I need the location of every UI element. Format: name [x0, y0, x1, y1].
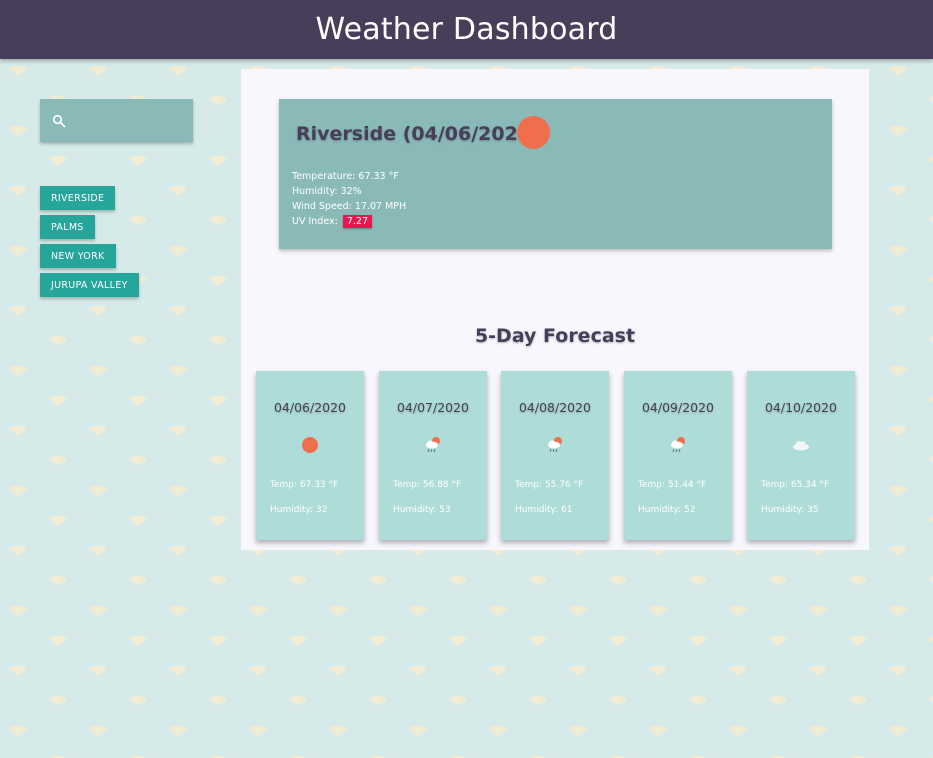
- search-icon: [52, 114, 66, 127]
- forecast-humidity: Humidity: 52: [638, 505, 696, 515]
- uv-label: UV Index:: [292, 216, 338, 227]
- city-button-riverside[interactable]: RIVERSIDE: [40, 186, 116, 210]
- current-uv-row: UV Index: 7.27: [292, 215, 373, 228]
- sun-cloud-rain-icon: [671, 437, 685, 453]
- sun-cloud-rain-icon: [426, 437, 440, 453]
- city-button-jurupa-valley[interactable]: JURUPA VALLEY: [40, 273, 139, 297]
- forecast-temp: Temp: 67.33 °F: [270, 480, 339, 490]
- city-button-palms[interactable]: PALMS: [40, 215, 95, 239]
- forecast-temp: Temp: 51.44 °F: [638, 480, 707, 490]
- sun-cloud-rain-icon: [548, 437, 562, 453]
- forecast-title: 5-Day Forecast: [474, 325, 636, 347]
- forecast-humidity: Humidity: 61: [515, 505, 573, 515]
- current-weather-card: Riverside (04/06/2020) Temperature: 67.3…: [279, 99, 832, 249]
- city-button-new-york[interactable]: NEW YORK: [40, 244, 116, 268]
- app-header: Weather Dashboard: [0, 0, 933, 59]
- forecast-date: 04/10/2020: [764, 400, 838, 415]
- page-title: Weather Dashboard: [315, 12, 618, 47]
- forecast-card: 04/06/2020 Temp: 67.33 °F Humidity: 32: [256, 371, 364, 540]
- forecast-card: 04/08/2020 Temp: 55.76 °F Humidity: 61: [501, 371, 609, 540]
- forecast-date: 04/07/2020: [396, 400, 470, 415]
- current-humidity: Humidity: 32%: [292, 186, 362, 197]
- sun-icon: [302, 437, 318, 453]
- search-input[interactable]: [70, 99, 190, 142]
- forecast-card: 04/09/2020 Temp: 51.44 °F Humidity: 52: [624, 371, 732, 540]
- current-city-title: Riverside (04/06/2020): [296, 123, 540, 145]
- forecast-date: 04/09/2020: [641, 400, 715, 415]
- forecast-temp: Temp: 55.76 °F: [515, 480, 584, 490]
- forecast-date: 04/06/2020: [273, 400, 347, 415]
- current-temperature: Temperature: 67.33 °F: [292, 171, 399, 182]
- forecast-humidity: Humidity: 32: [270, 505, 328, 515]
- main-panel: Riverside (04/06/2020) Temperature: 67.3…: [241, 69, 869, 550]
- forecast-card: 04/07/2020 Temp: 56.88 °F Humidity: 53: [379, 371, 487, 540]
- forecast-date: 04/08/2020: [518, 400, 592, 415]
- forecast-humidity: Humidity: 53: [393, 505, 451, 515]
- current-wind-speed: Wind Speed: 17.07 MPH: [292, 201, 407, 212]
- cloud-icon: [793, 441, 809, 451]
- forecast-card: 04/10/2020 Temp: 65.34 °F Humidity: 35: [747, 371, 855, 540]
- forecast-humidity: Humidity: 35: [761, 505, 819, 515]
- forecast-temp: Temp: 56.88 °F: [393, 480, 462, 490]
- sun-icon: [517, 116, 550, 149]
- uv-badge: 7.27: [342, 215, 373, 228]
- search-box[interactable]: [40, 99, 193, 142]
- forecast-temp: Temp: 65.34 °F: [761, 480, 830, 490]
